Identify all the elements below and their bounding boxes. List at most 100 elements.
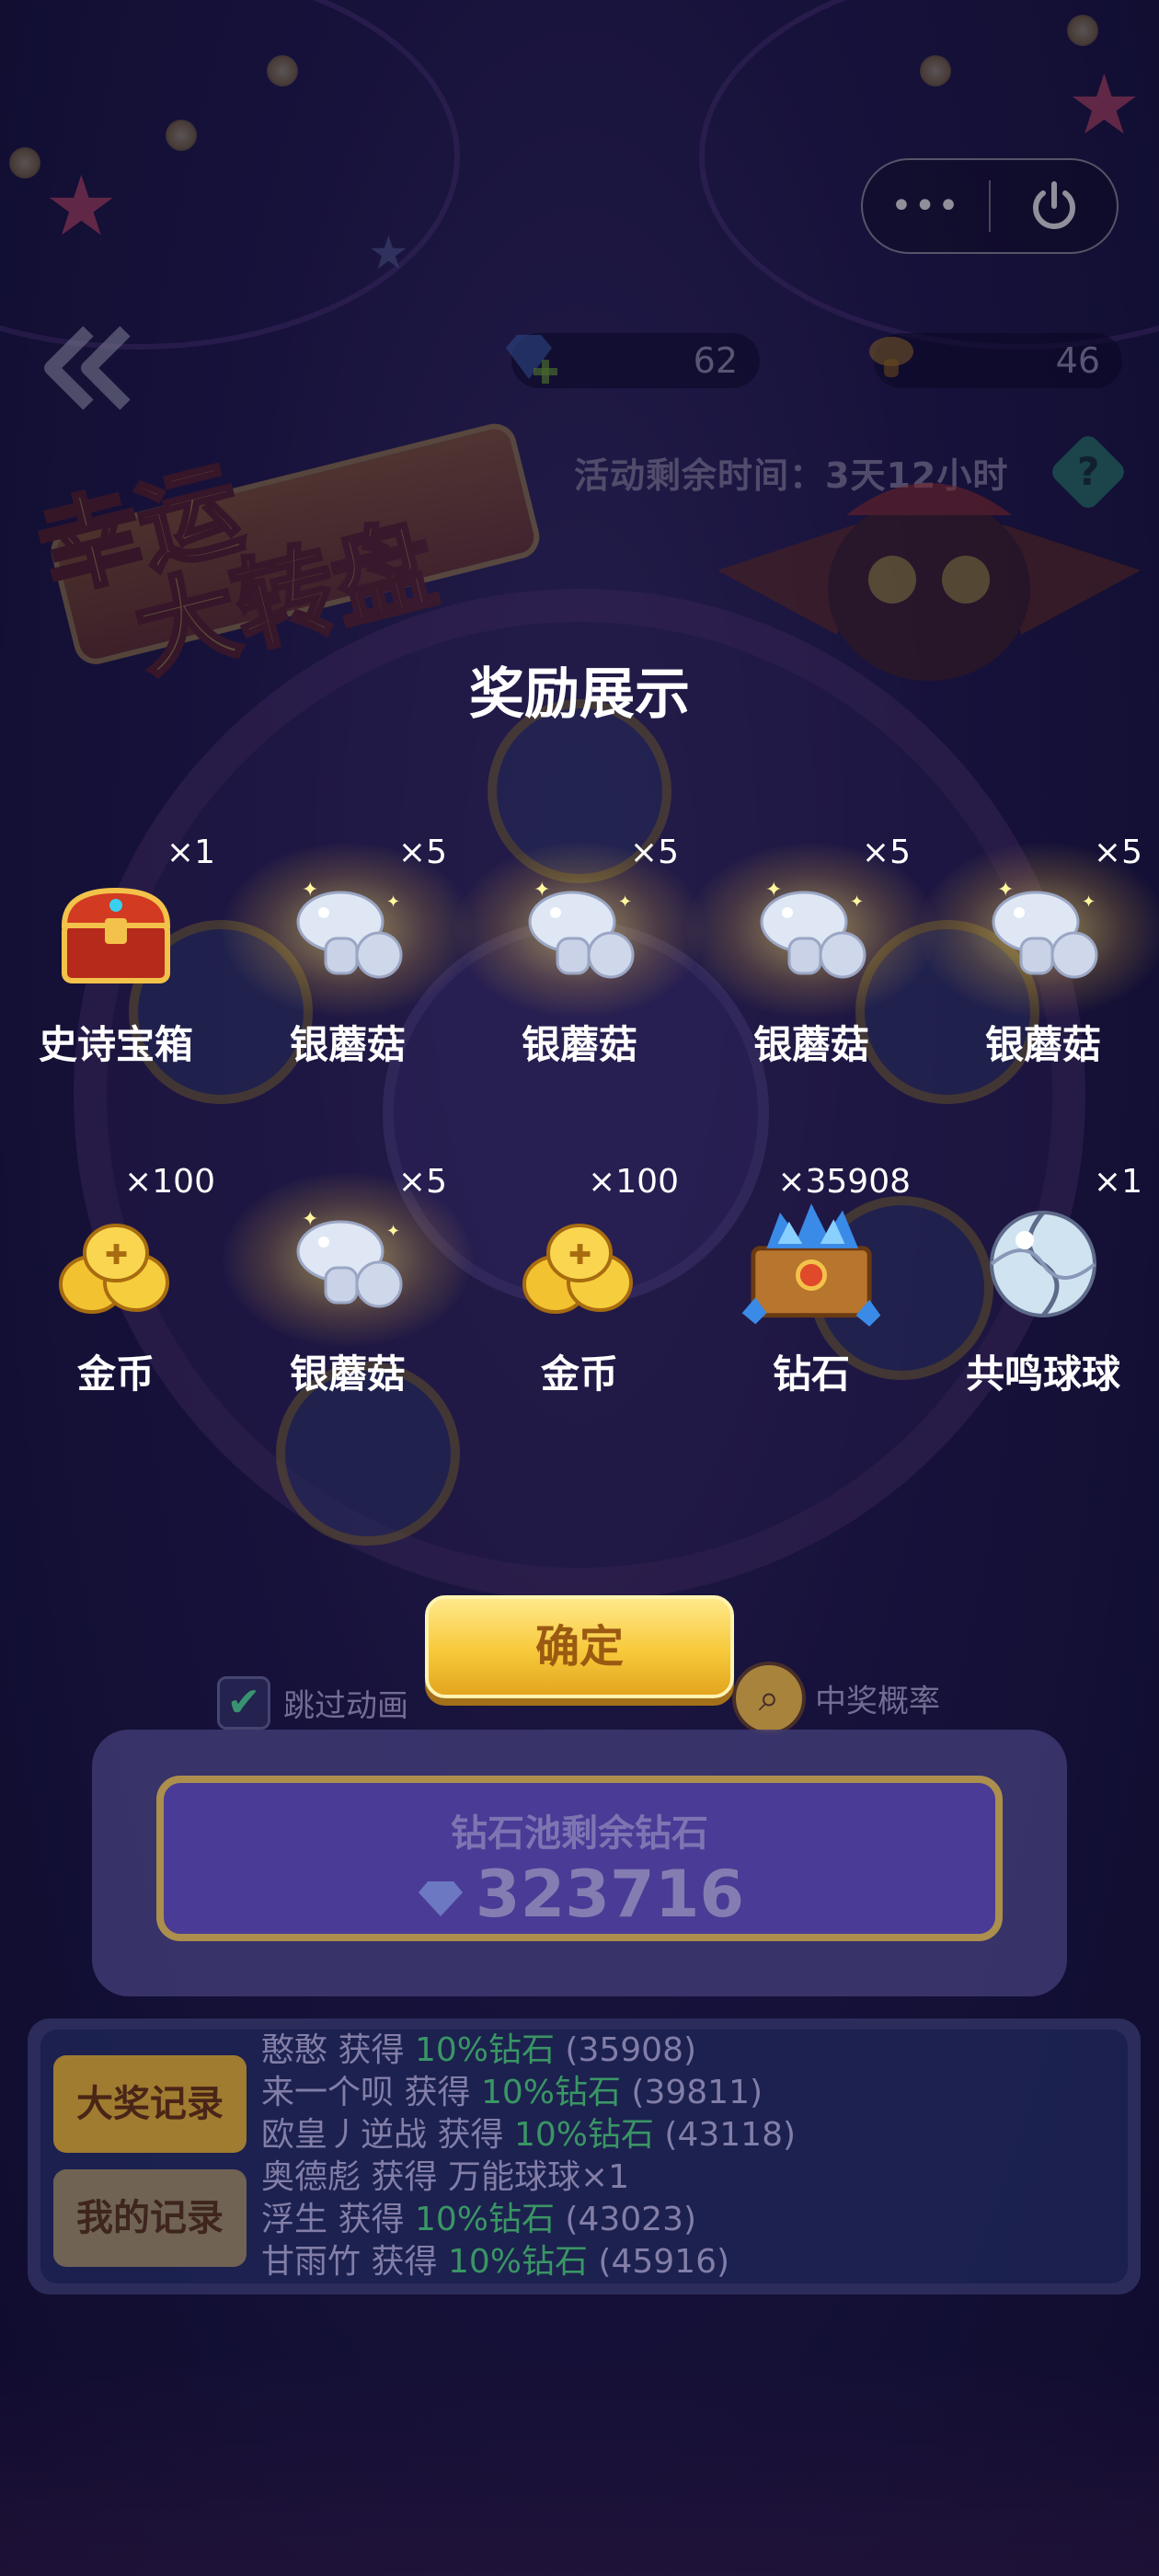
reward-name: 史诗宝箱 [38,1022,193,1067]
diamond-pool-amount: 323716 [475,1857,745,1932]
silver-mushroom-icon: ✦ ✦ [979,870,1107,999]
gold-coins-icon: ✚ [52,1200,180,1328]
svg-text:✦: ✦ [534,879,550,902]
log-user: 奥德彪 [261,2158,361,2196]
gold-coins-icon: ✚ [515,1200,644,1328]
resonance-ball-icon [979,1200,1107,1328]
log-amount: (35908) [565,2031,697,2069]
log-entry: 浮生 获得 10%钻石 (43023) [261,2199,1089,2241]
reward-name: 银蘑菇 [521,1022,637,1067]
diamond-pool-amount-row: 323716 [164,1857,995,1932]
reward-quantity: ×1 [1093,1163,1142,1201]
svg-text:✦: ✦ [302,1208,318,1231]
log-verb: 获得 [437,2116,504,2154]
reward-name: 金币 [540,1351,618,1397]
reward-item: ×1 共鸣球球 [927,1163,1159,1402]
log-entry: 欧皇丿逆战 获得 10%钻石 (43118) [261,2114,1089,2156]
reward-name: 银蘑菇 [752,1022,869,1067]
log-amount: (43023) [565,2201,697,2238]
reward-item: ×100 ✚ 金币 [0,1163,232,1402]
tab-my-records[interactable]: 我的记录 [53,2169,247,2267]
reward-quantity: ×5 [861,834,911,871]
silver-mushroom-icon: ✦ ✦ [747,870,876,999]
reward-name: 银蘑菇 [289,1351,406,1397]
log-verb: 获得 [404,2074,471,2111]
reward-name: 钻石 [772,1351,850,1397]
log-verb: 获得 [338,2031,405,2069]
win-probability-button[interactable]: ⌕ 中奖概率 [732,1662,940,1735]
silver-mushroom-icon: ✦ ✦ [515,870,644,999]
log-user: 憨憨 [261,2031,328,2069]
diamond-icon [418,1880,463,1916]
reward-name: 金币 [76,1351,155,1397]
reward-item: ×5 ✦ ✦ 银蘑菇 [686,834,936,1073]
log-entry: 来一个呗 获得 10%钻石 (39811) [261,2072,1089,2114]
silver-mushroom-icon: ✦ ✦ [283,1200,412,1328]
log-user: 来一个呗 [261,2074,395,2111]
game-screen: ★ ★ ★ ••• 62 46 活动剩余时间：3天12小时 ? 幸运 大转盘 奖… [0,0,1159,2576]
log-user: 欧皇丿逆战 [261,2116,428,2154]
diamond-pool-panel: 钻石池剩余钻石 323716 [156,1776,1003,1941]
log-prize: 10%钻石 [414,2031,555,2069]
svg-text:✦: ✦ [618,892,632,912]
log-prize: 10%钻石 [513,2116,654,2154]
log-user: 甘雨竹 [261,2243,361,2281]
reward-name: 共鸣球球 [965,1351,1120,1397]
reward-quantity: ×100 [124,1163,215,1201]
svg-text:✦: ✦ [850,892,864,912]
diamond-crate-icon [741,1200,881,1328]
reward-item: ×5 ✦ ✦ 银蘑菇 [454,834,705,1073]
checkbox-checked-icon[interactable]: ✔ [217,1676,270,1730]
svg-text:✦: ✦ [386,892,400,912]
reward-item: ×5 ✦ ✦ 银蘑菇 [223,834,473,1073]
reward-display-title: 奖励展示 [469,662,690,727]
reward-item: ×1 史诗宝箱 [0,834,232,1073]
svg-text:✦: ✦ [765,879,782,902]
log-prize: 万能球球×1 [447,2158,630,2196]
svg-text:✦: ✦ [997,879,1014,902]
reward-quantity: ×5 [1093,834,1142,871]
reward-quantity: ×5 [397,834,447,871]
records-inner: 大奖记录 我的记录 憨憨 获得 10%钻石 (35908) 来一个呗 获得 10%… [40,2030,1128,2283]
reward-quantity: ×100 [588,1163,679,1201]
svg-text:✦: ✦ [386,1222,400,1241]
skip-animation-label: 跳过动画 [283,1687,408,1725]
skip-animation-toggle[interactable]: ✔ 跳过动画 [217,1676,408,1730]
bottom-shade [0,2355,1159,2576]
log-prize: 10%钻石 [447,2243,588,2281]
silver-mushroom-icon: ✦ ✦ [283,870,412,999]
diamond-pool-label: 钻石池剩余钻石 [451,1812,708,1855]
grand-prize-log: 憨憨 获得 10%钻石 (35908) 来一个呗 获得 10%钻石 (39811)… [261,2030,1089,2283]
log-verb: 获得 [371,2158,438,2196]
reward-quantity: ×5 [629,834,679,871]
log-prize: 10%钻石 [414,2201,555,2238]
reward-quantity: ×1 [166,834,215,871]
log-amount: (39811) [631,2074,763,2111]
tab-grand-prize-records[interactable]: 大奖记录 [53,2055,247,2153]
log-amount: (45916) [598,2243,730,2281]
reward-name: 银蘑菇 [289,1022,406,1067]
svg-text:✦: ✦ [1082,892,1096,912]
log-prize: 10%钻石 [480,2074,621,2111]
treasure-chest-icon [52,870,180,999]
reward-item: ×5 ✦ ✦ 银蘑菇 [223,1163,473,1402]
log-entry: 奥德彪 获得 万能球球×1 [261,2156,1089,2199]
reward-item: ×100 ✚ 金币 [464,1163,695,1402]
log-amount: (43118) [664,2116,797,2154]
reward-item: ×5 ✦ ✦ 银蘑菇 [918,834,1159,1073]
log-entry: 甘雨竹 获得 10%钻石 (45916) [261,2241,1089,2283]
log-entry: 憨憨 获得 10%钻石 (35908) [261,2030,1089,2072]
reward-name: 银蘑菇 [984,1022,1101,1067]
svg-text:✚: ✚ [105,1239,128,1271]
log-verb: 获得 [338,2201,405,2238]
confirm-button[interactable]: 确定 [425,1595,734,1698]
log-user: 浮生 [261,2201,328,2238]
log-verb: 获得 [371,2243,438,2281]
win-probability-label: 中奖概率 [815,1683,940,1720]
reward-item: ×35908 钻石 [695,1163,927,1402]
records-panel: 大奖记录 我的记录 憨憨 获得 10%钻石 (35908) 来一个呗 获得 10%… [28,2018,1141,2294]
reward-quantity: ×5 [397,1163,447,1201]
magnifier-icon: ⌕ [732,1662,806,1735]
svg-text:✚: ✚ [568,1239,591,1271]
svg-text:✦: ✦ [302,879,318,902]
